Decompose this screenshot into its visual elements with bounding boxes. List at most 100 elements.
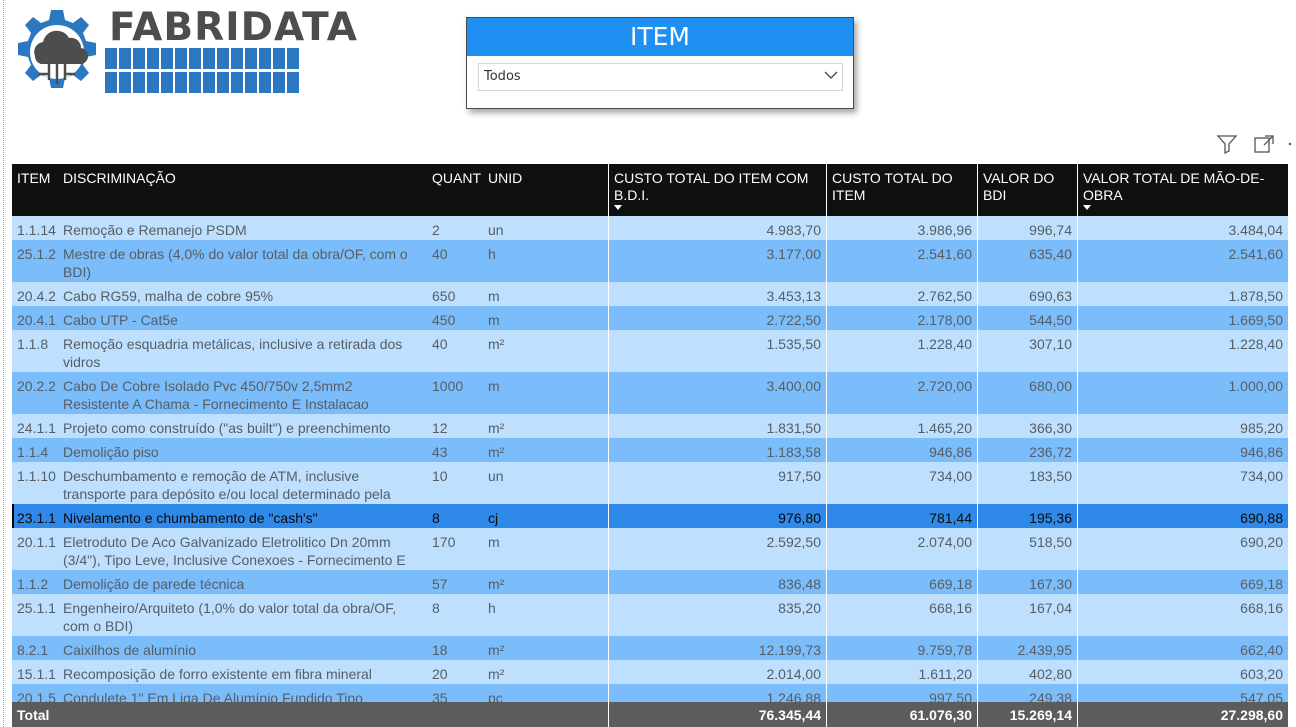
table-row[interactable]: 20.1.1 Eletroduto De Aco Galvanizado Elet… xyxy=(12,528,1288,570)
table-row[interactable]: 1.1.10 Deschumbamento e remoção de ATM, i… xyxy=(12,462,1288,504)
cell-discriminacao: Demolição piso xyxy=(63,444,159,460)
table-header: ITEM DISCRIMINAÇÃO QUANT UNID CUSTO TOTA… xyxy=(12,164,1288,216)
focus-mode-icon[interactable] xyxy=(1253,134,1275,154)
cell-quant: 57 xyxy=(432,576,448,592)
cell-quant: 40 xyxy=(432,336,448,352)
cell-mao-de-obra: 1.228,40 xyxy=(1077,330,1288,372)
data-table: ITEM DISCRIMINAÇÃO QUANT UNID CUSTO TOTA… xyxy=(12,164,1288,727)
table-row[interactable]: 20.2.2 Cabo De Cobre Isolado Pvc 450/750v… xyxy=(12,372,1288,414)
cell-discriminacao: Deschumbamento e remoção de ATM, inclusi… xyxy=(63,468,391,502)
cell-custo-total: 668,16 xyxy=(826,594,977,636)
col-header-valor-bdi[interactable]: VALOR DO BDI xyxy=(977,164,1077,216)
total-custo-com-bdi: 76.345,44 xyxy=(608,702,826,727)
col-header-item[interactable]: ITEM xyxy=(12,164,58,216)
cell-quant: 43 xyxy=(432,444,448,460)
cell-discriminacao: Cabo De Cobre Isolado Pvc 450/750v 2,5mm… xyxy=(63,378,369,412)
table-row[interactable]: 15.1.1 Recomposição de forro existente em… xyxy=(12,660,1288,684)
cell-item: 20.4.1 xyxy=(17,312,56,328)
table-row[interactable]: 20.4.1 Cabo UTP - Cat5e 450 m 2.722,50 2.178,… xyxy=(12,306,1288,330)
cell-quant: 450 xyxy=(432,312,456,328)
table-row[interactable]: 20.4.2 Cabo RG59, malha de cobre 95% 650 m 3… xyxy=(12,282,1288,306)
cell-custo-total: 2.762,50 xyxy=(826,282,977,306)
total-mao-de-obra: 27.298,60 xyxy=(1077,702,1288,727)
table-row[interactable]: 1.1.8 Remoção esquadria metálicas, inclus… xyxy=(12,330,1288,372)
cell-custo-com-bdi: 2.722,50 xyxy=(608,306,826,330)
cell-quant: 1000 xyxy=(432,378,464,394)
cell-item: 20.2.2 xyxy=(17,378,56,394)
table-row[interactable]: 1.1.14 Remoção e Remanejo PSDM 2 un 4.983,70… xyxy=(12,216,1288,240)
cell-unid: m xyxy=(488,378,500,394)
cell-mao-de-obra: 1.878,50 xyxy=(1077,282,1288,306)
cell-unid: m² xyxy=(488,444,505,460)
col-header-discriminacao[interactable]: DISCRIMINAÇÃO xyxy=(58,164,427,216)
cell-item: 8.2.1 xyxy=(17,642,49,658)
col-header-custo-total[interactable]: CUSTO TOTAL DO ITEM xyxy=(826,164,977,216)
col-header-custo-com-bdi[interactable]: CUSTO TOTAL DO ITEM COM B.D.I. xyxy=(608,164,826,216)
cell-custo-com-bdi: 3.177,00 xyxy=(608,240,826,282)
filter-icon[interactable] xyxy=(1216,134,1238,154)
cell-valor-bdi: 680,00 xyxy=(977,372,1077,414)
cell-valor-bdi: 635,40 xyxy=(977,240,1077,282)
cell-mao-de-obra: 985,20 xyxy=(1077,414,1288,438)
item-slicer: ITEM Todos xyxy=(466,17,854,109)
cell-custo-com-bdi: 835,20 xyxy=(608,594,826,636)
cell-valor-bdi: 195,36 xyxy=(977,504,1077,528)
cell-mao-de-obra: 3.484,04 xyxy=(1077,216,1288,240)
cell-item: 20.1.1 xyxy=(17,534,56,550)
cell-item: 1.1.14 xyxy=(17,222,56,238)
cell-custo-total: 781,44 xyxy=(826,504,977,528)
cell-unid: h xyxy=(488,600,496,616)
cell-unid: cj xyxy=(488,510,499,526)
cell-discriminacao: Cabo RG59, malha de cobre 95% xyxy=(63,288,274,304)
cell-quant: 2 xyxy=(432,222,440,238)
total-label: Total xyxy=(17,707,50,723)
table-row[interactable]: 24.1.1 Projeto como construído ("as built… xyxy=(12,414,1288,438)
slicer-title: ITEM xyxy=(467,18,853,56)
item-dropdown[interactable]: Todos xyxy=(478,63,843,91)
cell-mao-de-obra: 662,40 xyxy=(1077,636,1288,660)
cell-discriminacao: Recomposição de forro existente em fibra… xyxy=(63,666,372,682)
cell-discriminacao: Projeto como construído ("as built") e p… xyxy=(63,420,391,436)
table-row[interactable]: 25.1.2 Mestre de obras (4,0% do valor tot… xyxy=(12,240,1288,282)
col-header-unid[interactable]: UNID xyxy=(483,164,608,216)
more-options-icon[interactable] xyxy=(1286,134,1294,154)
cell-valor-bdi: 183,50 xyxy=(977,462,1077,504)
cell-quant: 12 xyxy=(432,420,448,436)
cell-discriminacao: Engenheiro/Arquiteto (1,0% do valor tota… xyxy=(63,600,397,634)
col-header-quant[interactable]: QUANT xyxy=(427,164,483,216)
cell-quant: 8 xyxy=(432,510,440,526)
cell-custo-com-bdi: 4.983,70 xyxy=(608,216,826,240)
cell-item: 15.1.1 xyxy=(17,666,56,682)
table-row[interactable]: 8.2.1 Caixilhos de alumínio 18 m² 12.199,73 9… xyxy=(12,636,1288,660)
dropdown-value: Todos xyxy=(484,69,521,84)
cell-valor-bdi: 167,04 xyxy=(977,594,1077,636)
cell-item: 1.1.4 xyxy=(17,444,49,460)
cell-discriminacao: Nivelamento e chumbamento de "cash's" xyxy=(63,510,318,526)
cell-discriminacao: Cabo UTP - Cat5e xyxy=(63,312,178,328)
cell-discriminacao: Mestre de obras (4,0% do valor total da … xyxy=(63,246,408,280)
cell-valor-bdi: 518,50 xyxy=(977,528,1077,570)
table-row[interactable]: 25.1.1 Engenheiro/Arquiteto (1,0% do valo… xyxy=(12,594,1288,636)
cell-valor-bdi: 167,30 xyxy=(977,570,1077,594)
cell-custo-total: 3.986,96 xyxy=(826,216,977,240)
cell-mao-de-obra: 1.000,00 xyxy=(1077,372,1288,414)
cell-item: 1.1.2 xyxy=(17,576,49,592)
cell-unid: m² xyxy=(488,420,505,436)
cell-custo-com-bdi: 1.831,50 xyxy=(608,414,826,438)
cell-valor-bdi: 366,30 xyxy=(977,414,1077,438)
cell-custo-total: 734,00 xyxy=(826,462,977,504)
col-header-mao-de-obra[interactable]: VALOR TOTAL DE MÃO-DE-OBRA xyxy=(1077,164,1288,216)
table-row[interactable]: 1.1.4 Demolição piso 43 m² 1.183,58 946,86 236… xyxy=(12,438,1288,462)
cell-discriminacao: Caixilhos de alumínio xyxy=(63,642,197,658)
table-row[interactable]: 1.1.2 Demolição de parede técnica 57 m² 836,… xyxy=(12,570,1288,594)
table-row[interactable]: 23.1.1 Nivelamento e chumbamento de "cash… xyxy=(12,504,1288,528)
cell-custo-com-bdi: 976,80 xyxy=(608,504,826,528)
cell-unid: un xyxy=(488,222,504,238)
cell-valor-bdi: 996,74 xyxy=(977,216,1077,240)
cell-quant: 20 xyxy=(432,666,448,682)
cell-valor-bdi: 544,50 xyxy=(977,306,1077,330)
cell-unid: un xyxy=(488,468,504,484)
total-valor-bdi: 15.269,14 xyxy=(977,702,1077,727)
cell-quant: 18 xyxy=(432,642,448,658)
cell-custo-com-bdi: 12.199,73 xyxy=(608,636,826,660)
